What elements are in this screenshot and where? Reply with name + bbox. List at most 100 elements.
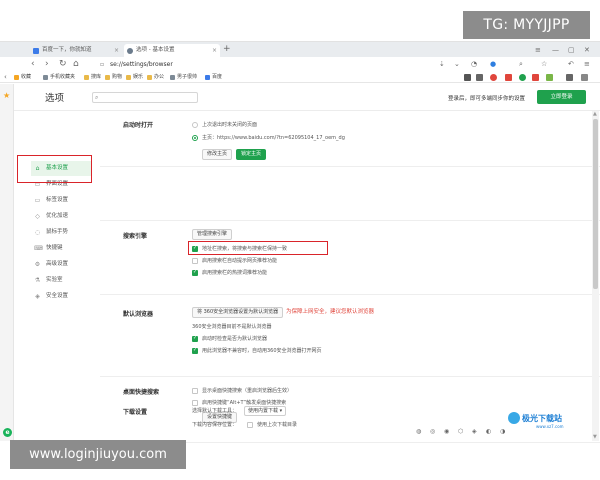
sidebar-item-advanced[interactable]: ⚙ 高级设置 <box>31 257 91 272</box>
close-icon[interactable]: × <box>212 44 217 57</box>
checkbox[interactable] <box>247 422 253 428</box>
default-browser-check-startup[interactable]: 启动时检查是否为默认浏览器 <box>192 334 267 343</box>
tab-baidu[interactable]: 百度一下，你就知道 × <box>30 44 122 57</box>
address-bar[interactable]: ▫ se://settings/browser <box>100 58 430 71</box>
mail-icon[interactable] <box>476 74 483 81</box>
tab-settings[interactable]: 选项 - 基本设置 × <box>124 44 220 57</box>
bookmark-item[interactable]: 收藏 <box>14 72 31 83</box>
game-icon[interactable] <box>532 74 539 81</box>
checkbox-checked[interactable] <box>192 268 198 276</box>
checkbox[interactable] <box>192 388 198 394</box>
search-option-suggest[interactable]: 启用搜索栏自动提示网页推荐功能 <box>192 257 277 265</box>
favorites-star-icon[interactable]: ★ <box>3 91 10 100</box>
more-icon[interactable]: ≡ <box>584 58 590 71</box>
bookmark-item[interactable]: 百度 <box>205 72 222 83</box>
radio[interactable] <box>192 122 198 128</box>
status-icon[interactable]: ◈ <box>472 428 477 435</box>
status-icon[interactable]: ◎ <box>430 428 435 435</box>
tab-strip: 百度一下，你就知道 × 选项 - 基本设置 × + ≡ — ▢ ✕ <box>0 42 600 57</box>
back-icon[interactable]: ‹ <box>31 58 35 71</box>
sidebar-item-security[interactable]: ◈ 安全设置 <box>31 289 91 304</box>
mouse-icon: ◌ <box>34 229 41 236</box>
bookmark-nav-icon[interactable]: ‹ <box>4 71 7 84</box>
keyboard-icon: ⌨ <box>34 245 43 252</box>
startup-option-last[interactable]: 上次退出时未关闭的页面 <box>192 121 257 129</box>
settings-content: 启动时打开 上次退出时未关闭的页面 主页：https://www.baidu.c… <box>100 111 600 443</box>
checkbox-checked[interactable] <box>192 346 198 354</box>
checkbox[interactable] <box>192 258 198 264</box>
url-text: se://settings/browser <box>110 61 173 68</box>
search-engine-icon[interactable]: ◔ <box>471 58 477 71</box>
shield-icon[interactable] <box>546 74 553 81</box>
section-startup: 启动时打开 上次退出时未关闭的页面 主页：https://www.baidu.c… <box>100 111 600 167</box>
navigation-bar: ‹ › ↻ ⌂ ▫ se://settings/browser ⇣ ⌄ ◔ ● … <box>0 57 600 72</box>
baidu-search-icon[interactable]: ● <box>490 58 496 71</box>
menu-icon[interactable] <box>581 74 588 81</box>
status-icon[interactable]: ◍ <box>416 428 421 435</box>
scroll-up-icon[interactable]: ▲ <box>593 111 597 117</box>
default-browser-fallback[interactable]: 用此浏览器不兼容时，自动用360安全浏览器打开网页 <box>192 346 322 355</box>
video-icon[interactable] <box>490 74 497 81</box>
download-tool-select[interactable]: 使用内置下载 ▾ <box>244 406 287 416</box>
new-tab-icon[interactable]: + <box>223 43 231 56</box>
extension-icon[interactable] <box>464 74 471 81</box>
bookmark-item[interactable]: 购物 <box>105 72 122 83</box>
default-browser-warning: 为保障上网安全，建议您默认浏览器 <box>286 309 375 315</box>
search-option-hot[interactable]: 启用搜索栏的热搜词推荐功能 <box>192 268 267 277</box>
section-default-browser: 默认浏览器 将 360安全浏览器设置为默认浏览器 为保障上网安全，建议您默认浏览… <box>100 295 600 377</box>
bookmark-item[interactable]: 办公 <box>147 72 164 83</box>
download-location-option[interactable]: 使用上次下载目录 <box>247 421 297 429</box>
window-close-icon[interactable]: ✕ <box>584 44 590 56</box>
tg-overlay-badge: TG: MYYJJPP <box>463 11 590 39</box>
section-title: 默认浏览器 <box>123 311 154 318</box>
translate-icon[interactable] <box>566 74 573 81</box>
chevron-down-icon[interactable]: ⌄ <box>454 58 460 71</box>
download-icon[interactable]: ⇣ <box>439 58 445 71</box>
tool-icon[interactable] <box>505 74 512 81</box>
status-icon[interactable]: ◉ <box>444 428 449 435</box>
bookmark-item[interactable]: 手机收藏夹 <box>43 72 75 83</box>
set-default-browser-button[interactable]: 将 360安全浏览器设置为默认浏览器 <box>192 307 284 318</box>
sidebar-item-tabs[interactable]: ▭ 标签设置 <box>31 193 91 208</box>
search-icon[interactable]: ⌕ <box>519 58 523 71</box>
default-browser-status: 360安全浏览器目前不是默认浏览器 <box>192 324 272 330</box>
scrollbar[interactable]: ▲ ▼ <box>592 111 599 441</box>
section-title: 下载设置 <box>123 409 148 416</box>
360-logo-icon[interactable]: e <box>3 428 12 437</box>
minimize-icon[interactable]: — <box>552 44 559 56</box>
gear-icon: ⚙ <box>34 261 41 268</box>
bookmarks-bar: ‹ 收藏 手机收藏夹 搜库 购物 娱乐 办公 男子很帅 百度 <box>0 72 600 83</box>
modify-homepage-button[interactable]: 修改主页 <box>202 149 233 160</box>
status-icon[interactable]: ⬡ <box>458 428 463 435</box>
settings-search-input[interactable]: ⌕ <box>92 92 198 103</box>
star-icon[interactable]: ☆ <box>541 58 547 71</box>
undo-icon[interactable]: ↶ <box>568 58 574 71</box>
close-icon[interactable]: × <box>114 44 119 57</box>
forward-icon[interactable]: › <box>45 58 49 71</box>
menu-icon[interactable]: ≡ <box>535 44 541 56</box>
bookmark-item[interactable]: 男子很帅 <box>170 72 197 83</box>
scroll-thumb[interactable] <box>593 119 598 289</box>
sidebar-item-shortcuts[interactable]: ⌨ 快捷键 <box>31 241 91 256</box>
checkbox-checked[interactable] <box>192 334 198 342</box>
page-title: 选项 <box>45 93 65 104</box>
sidebar-item-mouse[interactable]: ◌ 鼠标手势 <box>31 225 91 240</box>
status-icon[interactable]: ◐ <box>486 428 491 435</box>
home-icon[interactable]: ⌂ <box>73 58 79 71</box>
sidebar-item-optimize[interactable]: ◇ 优化加速 <box>31 209 91 224</box>
folder-icon <box>43 75 48 80</box>
lock-homepage-button[interactable]: 锁定主页 <box>236 149 267 160</box>
bookmark-item[interactable]: 娱乐 <box>126 72 143 83</box>
manage-search-engine-button[interactable]: 管理搜索引擎 <box>192 229 233 240</box>
maximize-icon[interactable]: ▢ <box>568 44 575 56</box>
desktop-search-show[interactable]: 显示桌面快捷搜索（重启浏览器后生效） <box>192 387 292 395</box>
status-icon[interactable]: ◑ <box>500 428 505 435</box>
login-button[interactable]: 立即登录 <box>537 90 586 104</box>
refresh-icon[interactable]: ↻ <box>59 58 67 71</box>
360-icon[interactable] <box>519 74 526 81</box>
startup-option-home[interactable]: 主页：https://www.baidu.com/?tn=62095104_17… <box>192 134 345 142</box>
sidebar-item-lab[interactable]: ⚗ 实验室 <box>31 273 91 288</box>
gear-favicon-icon <box>127 48 133 54</box>
radio-selected[interactable] <box>192 135 198 141</box>
bookmark-item[interactable]: 搜库 <box>84 72 101 83</box>
